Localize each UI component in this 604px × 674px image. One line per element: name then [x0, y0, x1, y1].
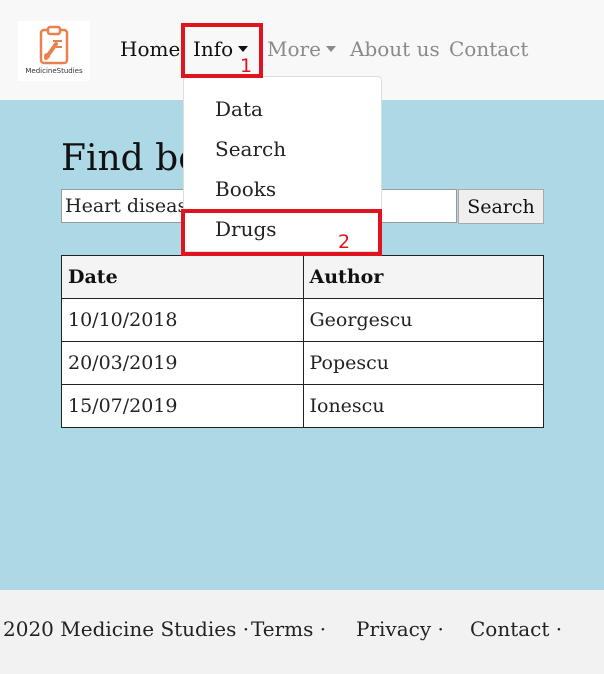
date-cell: 20/03/2019	[61, 341, 304, 385]
clipboard-icon	[39, 25, 69, 65]
column-header-date: Date	[61, 255, 304, 299]
logo-text: MedicineStudies	[25, 67, 83, 75]
author-cell: Georgescu	[302, 298, 544, 342]
nav-more-dropdown[interactable]: More	[267, 36, 336, 62]
dropdown-item-books[interactable]: Books	[215, 176, 276, 202]
footer-terms-link[interactable]: Terms ·	[251, 616, 326, 642]
date-cell: 10/10/2018	[61, 298, 304, 342]
annotation-number-1: 1	[240, 55, 253, 77]
column-header-author: Author	[302, 255, 544, 299]
annotation-number-2: 2	[338, 231, 351, 253]
brand-logo[interactable]: MedicineStudies	[18, 21, 90, 81]
dropdown-item-data[interactable]: Data	[215, 96, 263, 122]
chevron-down-icon	[325, 45, 336, 52]
footer-privacy-link[interactable]: Privacy ·	[356, 616, 444, 642]
table-header-row: Date Author	[61, 255, 544, 299]
dropdown-item-search[interactable]: Search	[215, 136, 286, 162]
highlight-box-drugs	[181, 209, 382, 256]
author-cell: Ionescu	[302, 384, 544, 428]
search-button[interactable]: Search	[458, 189, 544, 224]
author-cell: Popescu	[302, 341, 544, 385]
footer-copyright: 2020 Medicine Studies ·	[3, 617, 250, 641]
date-cell: 15/07/2019	[61, 384, 304, 428]
nav-home[interactable]: Home	[120, 36, 180, 62]
nav-about[interactable]: About us	[350, 36, 440, 62]
footer-contact-link[interactable]: Contact ·	[470, 616, 562, 642]
table-row: 15/07/2019 Ionescu	[61, 384, 544, 428]
nav-more-label: More	[267, 37, 321, 61]
nav-contact[interactable]: Contact	[449, 36, 528, 62]
results-table: Date Author 10/10/2018 Georgescu 20/03/2…	[61, 255, 544, 428]
table-row: 20/03/2019 Popescu	[61, 341, 544, 385]
table-row: 10/10/2018 Georgescu	[61, 298, 544, 342]
